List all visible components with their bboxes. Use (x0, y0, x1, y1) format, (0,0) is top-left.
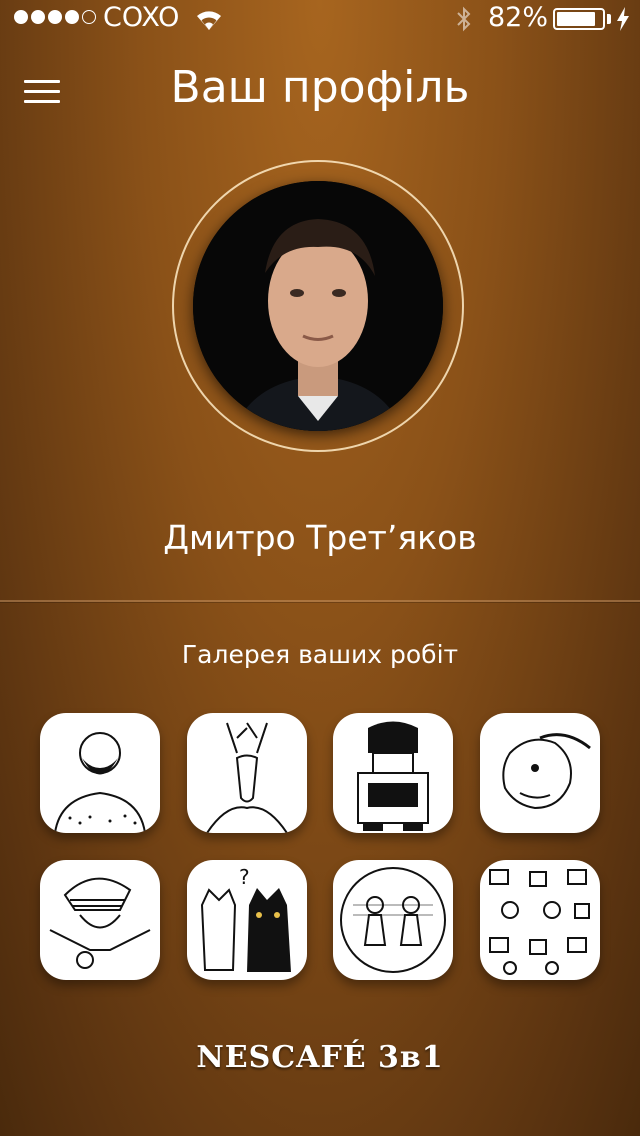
user-photo-icon (193, 181, 443, 431)
gallery-item-bearded-man[interactable] (40, 713, 160, 833)
carrier-label: COXO (103, 2, 180, 33)
wifi-icon (197, 11, 221, 30)
robot-drawing-icon (357, 721, 429, 831)
bearded-man-drawing-icon (54, 732, 146, 833)
battery-tip (607, 14, 611, 24)
rasta-girl-drawing-icon (49, 877, 151, 969)
avatar[interactable] (193, 181, 443, 431)
bluetooth-icon (457, 6, 471, 32)
status-bar: COXO 82% (0, 0, 640, 40)
gallery-item-robot[interactable] (333, 713, 453, 833)
battery-icon (553, 8, 605, 30)
battery-percent: 82% (488, 2, 549, 33)
divider (0, 600, 640, 602)
gallery-item-deer[interactable] (187, 713, 307, 833)
cats-drawing-icon: ? (200, 865, 291, 972)
deer-drawing-icon (206, 722, 288, 833)
gallery-item-cats[interactable]: ? (187, 860, 307, 980)
profile-name: Дмитро Трет’яков (163, 518, 477, 557)
horse-drawing-icon (502, 733, 591, 810)
gallery-title: Галерея ваших робіт (181, 640, 459, 669)
page-title: Ваш профіль (170, 62, 470, 113)
nescafe-logo: NESCAFÉ 3в1 (196, 1040, 444, 1075)
gallery-item-rasta-girl[interactable] (40, 860, 160, 980)
charging-icon (617, 7, 629, 31)
gallery-item-horse[interactable] (480, 713, 600, 833)
signal-strength-icon (14, 10, 96, 24)
gallery-item-pattern[interactable] (480, 860, 600, 980)
svg-text:?: ? (239, 865, 250, 889)
pattern-drawing-icon (489, 869, 590, 975)
couple-drawing-icon (340, 867, 446, 973)
gallery-item-couple[interactable] (333, 860, 453, 980)
